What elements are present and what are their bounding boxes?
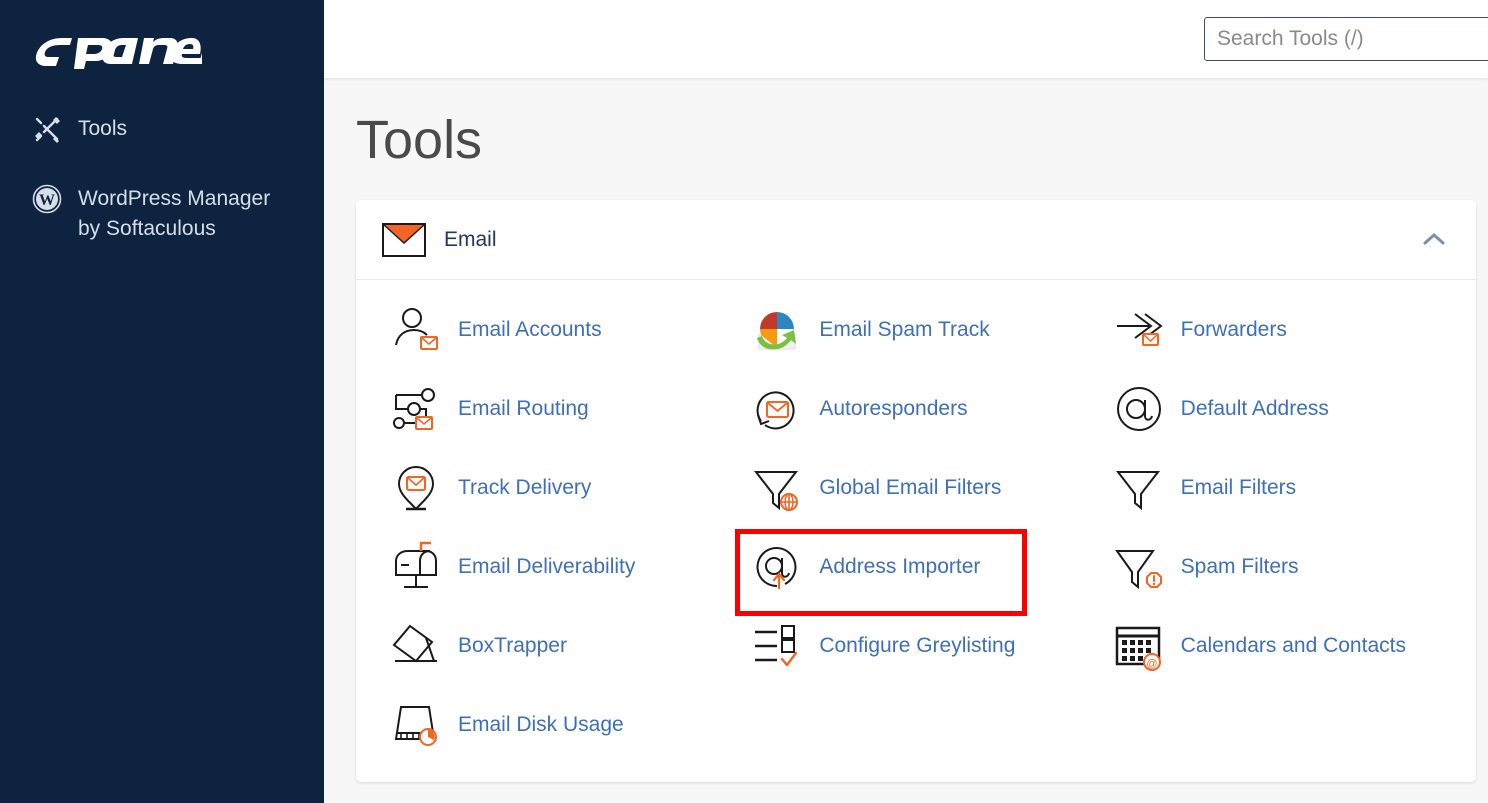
user-envelope-icon — [390, 304, 442, 356]
sidebar-item-label-tools: Tools — [78, 117, 128, 140]
tool-calendars-and-contacts[interactable]: @ Calendars and Contacts — [1097, 606, 1458, 685]
tool-email-deliverability[interactable]: Email Deliverability — [374, 527, 735, 606]
tool-forwarders[interactable]: Forwarders — [1097, 290, 1458, 369]
tool-label: Email Routing — [458, 396, 589, 420]
main-area: Tools Email — [324, 0, 1488, 803]
forwarders-icon — [1113, 304, 1165, 356]
checklist-icon — [751, 620, 803, 672]
tool-email-spam-track[interactable]: Email Spam Track — [735, 290, 1096, 369]
at-upload-icon — [751, 541, 803, 593]
at-sign-icon — [1113, 383, 1165, 435]
cpanel-page: Tools W WordPress Manager by Softaculous — [0, 0, 1488, 803]
tools-grid: Email Accounts Email Spam Track Forwarde… — [356, 280, 1476, 780]
tool-email-filters[interactable]: Email Filters — [1097, 448, 1458, 527]
funnel-globe-icon — [751, 462, 803, 514]
email-section-title: Email — [444, 227, 497, 251]
tool-autoresponders[interactable]: Autoresponders — [735, 369, 1096, 448]
tools-icon — [32, 114, 62, 144]
page-title: Tools — [356, 110, 483, 170]
svg-text:@: @ — [1146, 658, 1157, 670]
sidebar: Tools W WordPress Manager by Softaculous — [0, 0, 324, 803]
tool-boxtrapper[interactable]: BoxTrapper — [374, 606, 735, 685]
tool-global-email-filters[interactable]: Global Email Filters — [735, 448, 1096, 527]
tool-address-importer[interactable]: Address Importer — [735, 527, 1096, 616]
autoresponder-icon — [751, 383, 803, 435]
calendar-at-icon: @ — [1113, 620, 1165, 672]
tool-label: Email Disk Usage — [458, 712, 624, 736]
routing-icon — [390, 383, 442, 435]
top-header — [324, 0, 1488, 78]
wordpress-label-main: WordPress Manager — [78, 187, 271, 210]
search-input[interactable] — [1204, 17, 1488, 61]
map-pin-envelope-icon — [390, 462, 442, 514]
email-section-header[interactable]: Email — [356, 200, 1476, 280]
tool-label: Calendars and Contacts — [1180, 633, 1406, 657]
sidebar-nav: Tools W WordPress Manager by Softaculous — [0, 78, 324, 250]
tool-label: Email Spam Track — [819, 317, 990, 341]
tool-label: BoxTrapper — [458, 633, 567, 657]
tool-label: Email Accounts — [458, 317, 602, 341]
tool-label: Default Address — [1180, 396, 1329, 420]
wordpress-label-sub: by Softaculous — [78, 217, 216, 240]
spam-track-icon — [751, 304, 803, 356]
tool-label: Email Filters — [1180, 475, 1297, 499]
chevron-up-icon[interactable] — [1422, 230, 1446, 248]
tool-label: Configure Greylisting — [819, 633, 1016, 657]
tool-label: Spam Filters — [1180, 554, 1299, 578]
tool-label: Address Importer — [819, 554, 981, 578]
content-area: Tools Email Email Accounts Email Spam Tr… — [324, 78, 1488, 803]
tool-email-disk-usage[interactable]: Email Disk Usage — [374, 685, 735, 764]
mailbox-icon — [390, 541, 442, 593]
tool-email-routing[interactable]: Email Routing — [374, 369, 735, 448]
tool-label: Global Email Filters — [819, 475, 1002, 499]
tool-label: Forwarders — [1180, 317, 1287, 341]
sidebar-item-tools[interactable]: Tools — [0, 108, 324, 150]
svg-text:W: W — [39, 192, 55, 209]
tool-label: Email Deliverability — [458, 554, 636, 578]
wordpress-icon: W — [32, 184, 62, 214]
tool-default-address[interactable]: Default Address — [1097, 369, 1458, 448]
disk-usage-icon — [390, 699, 442, 751]
cpanel-logo-icon — [35, 38, 202, 69]
sidebar-item-label-wordpress: WordPress Manager by Softaculous — [78, 184, 270, 244]
email-section-card: Email Email Accounts Email Spam Track Fo… — [356, 200, 1476, 782]
box-trap-icon — [390, 620, 442, 672]
tool-label: Track Delivery — [458, 475, 592, 499]
funnel-icon — [1113, 462, 1165, 514]
funnel-alert-icon — [1113, 541, 1165, 593]
tool-email-accounts[interactable]: Email Accounts — [374, 290, 735, 369]
cpanel-logo[interactable] — [0, 0, 324, 78]
tool-label: Autoresponders — [819, 396, 968, 420]
tool-spam-filters[interactable]: Spam Filters — [1097, 527, 1458, 606]
sidebar-item-wordpress-manager[interactable]: W WordPress Manager by Softaculous — [0, 178, 324, 250]
search-container — [1204, 17, 1488, 61]
envelope-icon — [382, 222, 426, 257]
tool-track-delivery[interactable]: Track Delivery — [374, 448, 735, 527]
tool-configure-greylisting[interactable]: Configure Greylisting — [735, 606, 1096, 685]
